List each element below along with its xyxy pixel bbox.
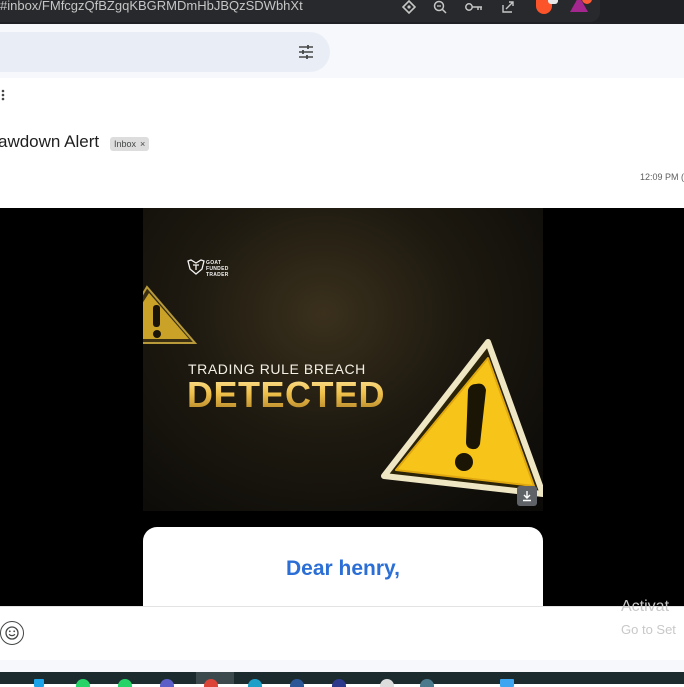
- url-text[interactable]: #inbox/FMfcgzQfBZgqKBGRMDmHbJBQzSDWbhXt: [0, 0, 303, 13]
- brand-name: GOAT FUNDED TRADER: [206, 260, 229, 278]
- app-icon[interactable]: [420, 679, 434, 687]
- app-icon[interactable]: [380, 679, 394, 687]
- inbox-label-chip[interactable]: Inbox ×: [110, 137, 150, 151]
- email-subject: awdown Alert: [0, 132, 100, 151]
- chrome-icon[interactable]: [204, 679, 218, 687]
- more-vert-icon[interactable]: [0, 88, 8, 104]
- app-icon[interactable]: [290, 679, 304, 687]
- download-icon[interactable]: [517, 486, 537, 506]
- activate-windows-title: Activat: [621, 598, 670, 615]
- extension-icon[interactable]: [400, 0, 418, 16]
- whatsapp-icon[interactable]: [76, 679, 90, 687]
- zoom-out-icon[interactable]: [431, 0, 449, 16]
- goat-logo-icon: [187, 259, 205, 280]
- email-greeting: Dear henry,: [286, 557, 400, 580]
- chrome-dev-icon[interactable]: [332, 679, 346, 687]
- page-footer-gap: [0, 660, 684, 672]
- app-icon[interactable]: [160, 679, 174, 687]
- emoji-icon[interactable]: [0, 621, 24, 645]
- email-timestamp: 12:09 PM (: [640, 172, 684, 182]
- message-header-area: [0, 78, 684, 208]
- warning-icon: [111, 283, 199, 358]
- brand-line-3: TRADER: [206, 272, 229, 278]
- reply-bar: [0, 606, 684, 661]
- share-icon[interactable]: [499, 0, 517, 16]
- banner-headline: DETECTED: [187, 374, 386, 415]
- app-icon[interactable]: [500, 679, 514, 687]
- tune-icon[interactable]: [296, 42, 316, 62]
- label-chip-text: Inbox: [114, 139, 137, 149]
- remove-label-icon[interactable]: ×: [140, 137, 145, 151]
- password-key-icon[interactable]: [465, 0, 483, 16]
- activate-windows-subtitle: Go to Set: [621, 622, 676, 637]
- search-bar[interactable]: [0, 32, 330, 72]
- whatsapp-business-icon[interactable]: [118, 679, 132, 687]
- brave-shield-badge: [548, 0, 558, 4]
- edge-icon[interactable]: [248, 679, 262, 687]
- windows-icon[interactable]: [34, 679, 44, 687]
